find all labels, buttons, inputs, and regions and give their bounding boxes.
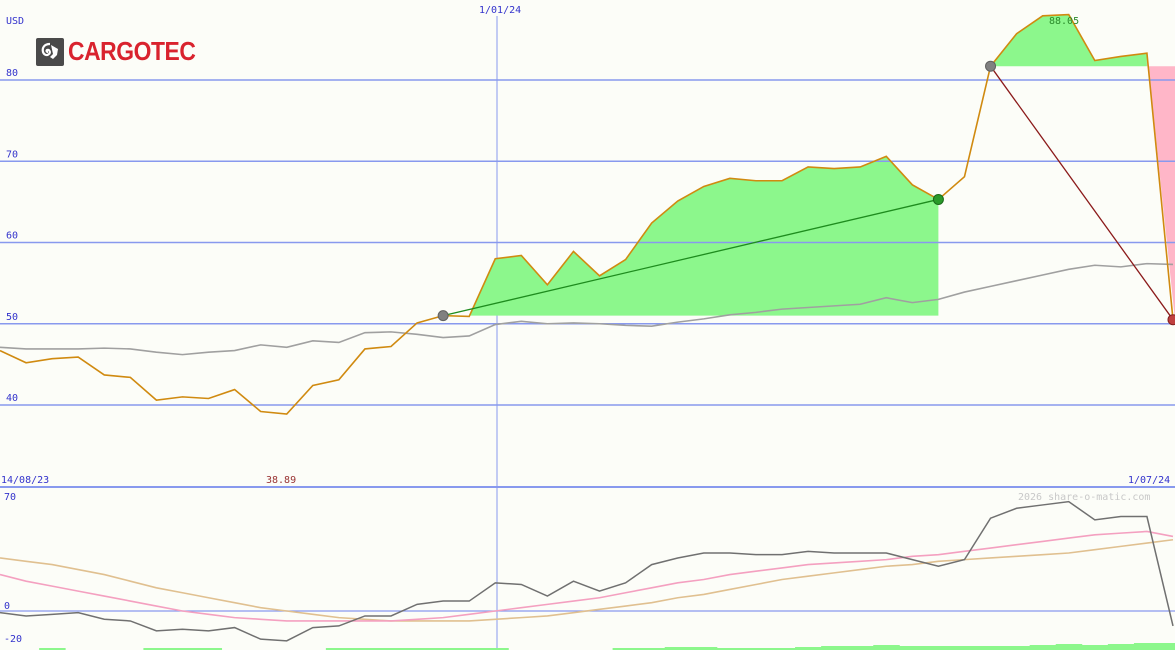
histogram-bar [951,646,978,650]
stock-chart: 40 50 60 70 80 USD 1/01/24 14/08/23 1/07/24 38.89… [0,5,1175,650]
histogram-bar [821,646,848,650]
x-start-label: 14/08/23 [1,475,49,486]
trend-line-down [990,65,1174,321]
histogram-bar [977,646,1005,650]
histogram-bar [1055,644,1083,650]
oscillator-panel: 70 0 -20 2026 share-o-matic.com [0,492,1175,650]
histogram-bar [1107,644,1135,650]
histogram-bar [873,645,900,650]
watermark: 2026 share-o-matic.com [1018,492,1150,503]
y-tick-label: 70 [6,149,18,160]
osc-tick-label: -20 [4,634,22,645]
histogram-bar [1081,645,1109,650]
oscillator-line [0,500,1174,642]
osc-tick-label: 70 [4,492,16,503]
price-panel: 40 50 60 70 80 USD 1/01/24 14/08/23 1/07/24 38.89… [0,5,1175,650]
signal-tan-line [0,538,1174,622]
y-tick-label: 50 [6,312,18,323]
y-axis-label: USD [6,16,24,27]
drop-marker [1167,314,1175,326]
x-mid-label: 1/01/24 [479,5,521,16]
y-tick-label: 80 [6,68,18,79]
logo-text: CARGOTEC [68,36,196,66]
signal-pink-line [0,530,1174,622]
peak-marker [985,60,997,72]
histogram-bar [1133,643,1161,650]
osc-tick-label: 0 [4,601,10,612]
histogram-bar [1029,645,1057,650]
ram-icon [36,37,64,66]
histogram-bar [847,646,874,650]
company-logo: CARGOTEC [36,36,213,67]
trend-start-marker [437,310,449,322]
histogram-bar [1160,643,1175,650]
gain-area [443,156,939,316]
y-tick-label: 40 [6,393,18,404]
trend-end-marker [932,193,944,205]
x-end-label: 1/07/24 [1128,475,1170,486]
histogram-bar [1003,646,1031,650]
histogram-bar [925,646,952,650]
y-tick-label: 60 [6,231,18,242]
max-price-label: 88.05 [1049,16,1079,27]
histogram-bar [899,646,926,650]
min-price-label: 38.89 [266,475,296,486]
